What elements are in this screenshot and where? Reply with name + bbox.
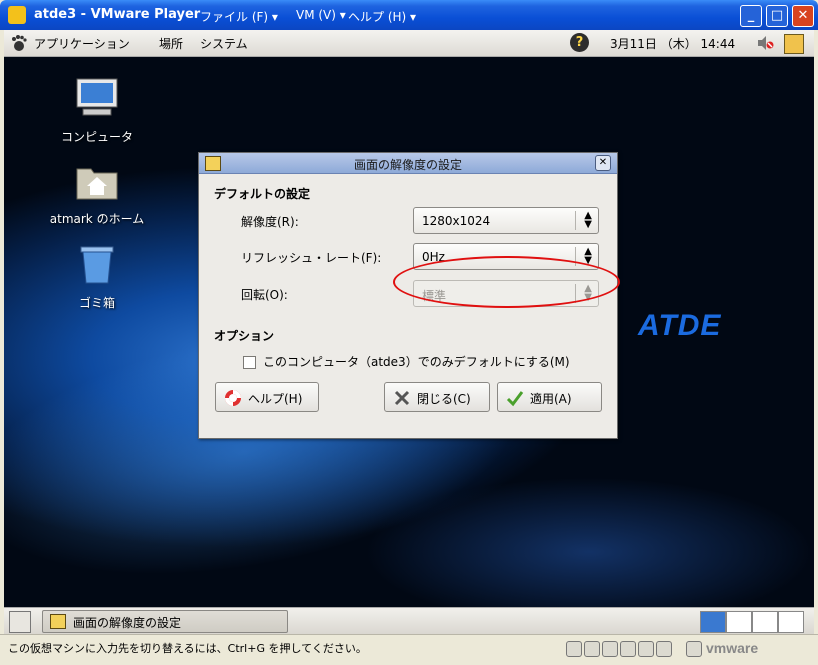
updown-arrow-icon: ▲ ▼ (584, 246, 592, 266)
taskbar-item[interactable]: 画面の解像度の設定 (42, 610, 288, 633)
gnome-top-panel: アプリケーション 場所 システム ? 3月11日 （木） 14:44 (4, 30, 814, 57)
gnome-foot-icon[interactable] (10, 34, 28, 52)
taskbar-item-label: 画面の解像度の設定 (73, 616, 182, 630)
show-desktop-icon[interactable] (9, 611, 31, 633)
panel-clock[interactable]: 3月11日 （木） 14:44 (610, 35, 735, 52)
vmware-logo: vmware (706, 640, 759, 656)
network-adapter-icon[interactable] (602, 641, 618, 657)
checkmark-icon (506, 391, 524, 407)
trash-icon (80, 246, 114, 284)
menu-applications[interactable]: アプリケーション (34, 35, 130, 52)
section-options: オプション (214, 329, 275, 343)
workspace-3[interactable] (752, 611, 778, 633)
apply-button[interactable]: 適用(A) (497, 382, 602, 412)
menu-vm[interactable]: VM (V) ▾ (296, 8, 346, 22)
home-folder-icon (76, 168, 118, 200)
workspace-2[interactable] (726, 611, 752, 633)
updown-arrow-icon: ▲ ▼ (584, 210, 592, 230)
close-button-label: 閉じる(C) (417, 392, 471, 406)
desktop-icon-label: atmark のホーム (49, 212, 145, 226)
window-title: atde3 - VMware Player (34, 7, 201, 22)
cdrom-icon[interactable] (584, 641, 600, 657)
desktop-icon-label: コンピュータ (60, 130, 133, 144)
apply-button-label: 適用(A) (530, 392, 572, 406)
menu-help[interactable]: ヘルプ (H) ▾ (348, 8, 416, 25)
vmware-app-icon[interactable] (8, 6, 26, 24)
help-button-label: ヘルプ(H) (248, 392, 303, 406)
default-only-checkbox[interactable] (243, 356, 256, 369)
workspace-1[interactable] (700, 611, 726, 633)
network-icon[interactable] (784, 34, 804, 54)
desktop-icon-computer[interactable]: コンピュータ (42, 77, 152, 145)
minimize-button[interactable]: _ (740, 5, 762, 27)
dialog-title: 画面の解像度の設定 (353, 158, 462, 172)
fullscreen-icon[interactable] (686, 641, 702, 657)
resolution-value: 1280x1024 (422, 214, 491, 228)
computer-icon (76, 78, 118, 116)
default-only-checkbox-label[interactable]: このコンピュータ（atde3）でのみデフォルトにする(M) (263, 353, 570, 370)
atde-logo: ATDE (638, 309, 722, 342)
desktop-icon-trash[interactable]: ゴミ箱 (42, 243, 152, 311)
window-title-bar: atde3 - VMware Player ファイル (F) ▾ VM (V) … (0, 0, 818, 30)
menu-system[interactable]: システム (200, 35, 248, 52)
display-icon (50, 614, 66, 629)
lifebuoy-icon (225, 390, 241, 406)
close-x-icon (394, 390, 410, 406)
maximize-button[interactable]: □ (766, 5, 788, 27)
sound-icon[interactable] (638, 641, 654, 657)
volume-muted-icon[interactable] (756, 35, 774, 51)
dialog-close-icon[interactable]: ✕ (595, 155, 611, 171)
workspace-4[interactable] (778, 611, 804, 633)
close-button[interactable]: ✕ (792, 5, 814, 27)
combo-separator (575, 211, 576, 230)
close-dialog-button[interactable]: 閉じる(C) (384, 382, 490, 412)
message-icon[interactable] (656, 641, 672, 657)
highlight-oval (393, 256, 620, 308)
resolution-label: 解像度(R): (241, 215, 299, 229)
menu-places[interactable]: 場所 (159, 35, 183, 52)
status-message: この仮想マシンに入力先を切り替えるには、Ctrl+G を押してください。 (8, 642, 367, 655)
help-icon[interactable]: ? (570, 33, 589, 52)
vmware-status-bar: この仮想マシンに入力先を切り替えるには、Ctrl+G を押してください。 vmw… (0, 634, 818, 665)
dialog-title-bar[interactable]: 画面の解像度の設定 ✕ (199, 153, 617, 174)
hdd-icon[interactable] (566, 641, 582, 657)
desktop-icon-home[interactable]: atmark のホーム (42, 163, 152, 227)
refresh-label: リフレッシュ・レート(F): (241, 251, 382, 265)
vm-screen[interactable]: アプリケーション 場所 システム ? 3月11日 （木） 14:44 コンピュー… (4, 30, 814, 635)
section-default: デフォルトの設定 (214, 187, 311, 201)
usb-icon[interactable] (620, 641, 636, 657)
desktop-icon-label: ゴミ箱 (78, 296, 115, 310)
resolution-select[interactable]: 1280x1024 ▲ ▼ (413, 207, 599, 234)
help-button[interactable]: ヘルプ(H) (215, 382, 319, 412)
gnome-bottom-panel: 画面の解像度の設定 (4, 607, 814, 635)
rotation-label: 回転(O): (241, 288, 288, 302)
menu-file[interactable]: ファイル (F) ▾ (200, 8, 278, 25)
